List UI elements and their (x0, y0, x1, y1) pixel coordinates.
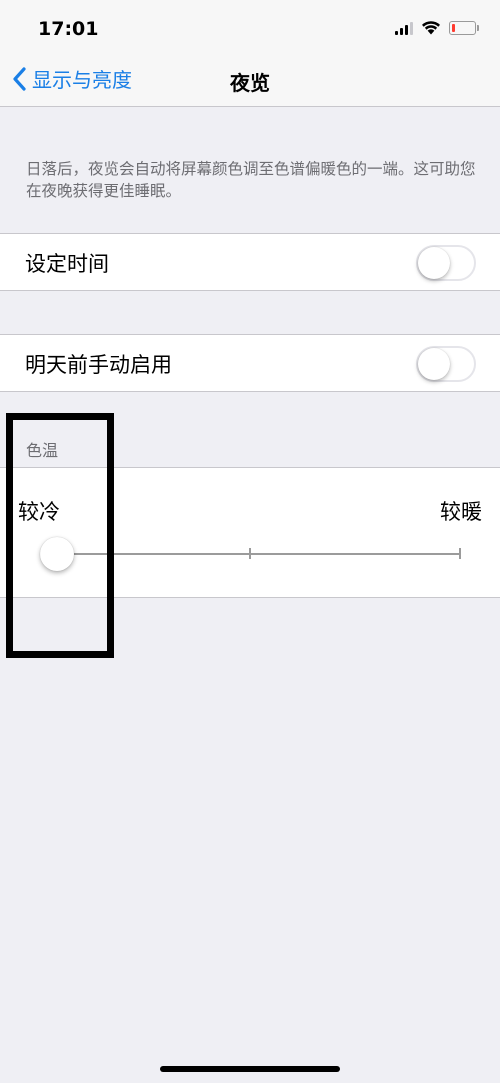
night-shift-description: 日落后，夜览会自动将屏幕颜色调至色谱偏暖色的一端。这可助您在夜晚获得更佳睡眠。 (26, 160, 476, 200)
home-indicator[interactable] (160, 1066, 340, 1072)
status-icons (395, 20, 479, 35)
row-manual-enable: 明天前手动启用 (0, 334, 500, 392)
cellular-signal-icon (395, 21, 413, 35)
wifi-icon (422, 21, 440, 35)
toggle-knob (418, 247, 450, 279)
scheduled-toggle[interactable] (416, 245, 476, 281)
color-temperature-slider-thumb[interactable] (40, 537, 74, 571)
slider-tick-end (459, 548, 461, 559)
status-time: 17:01 (38, 18, 99, 40)
slider-min-label: 较冷 (18, 500, 60, 524)
color-temperature-cell: 较冷 较暖 (0, 467, 500, 598)
row-scheduled: 设定时间 (0, 233, 500, 291)
slider-max-label: 较暖 (440, 500, 482, 524)
page-title: 夜览 (230, 71, 270, 95)
status-bar: 17:01 (0, 0, 500, 52)
manual-enable-toggle[interactable] (416, 346, 476, 382)
navigation-bar: 显示与亮度 夜览 (0, 52, 500, 107)
battery-level (452, 23, 455, 32)
toggle-knob (418, 348, 450, 380)
row-scheduled-label: 设定时间 (25, 252, 109, 276)
row-manual-enable-label: 明天前手动启用 (25, 353, 172, 377)
battery-low-icon (449, 20, 479, 35)
color-temperature-header: 色温 (26, 441, 59, 460)
slider-tick-middle (249, 548, 251, 559)
